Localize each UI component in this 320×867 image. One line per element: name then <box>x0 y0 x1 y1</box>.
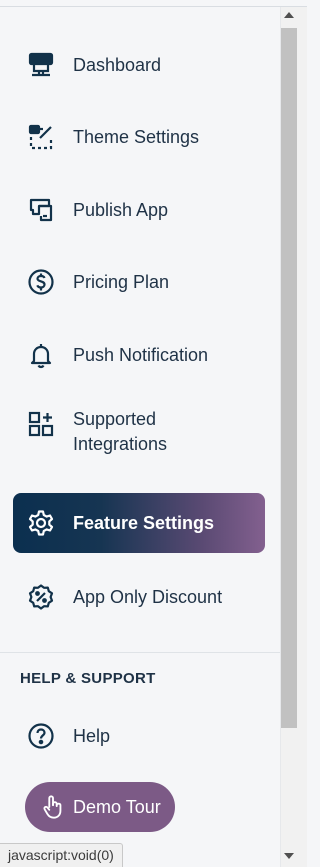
sidebar-item-pricing-plan[interactable]: Pricing Plan <box>13 252 265 312</box>
sidebar-item-label: Push Notification <box>73 344 209 365</box>
sidebar-item-label: App Only Discount <box>73 586 223 607</box>
pointer-hand-icon <box>39 793 67 821</box>
section-divider <box>0 652 280 653</box>
scroll-up-arrow-icon[interactable] <box>284 12 294 18</box>
discount-badge-icon <box>26 582 56 612</box>
question-circle-icon <box>26 721 56 751</box>
sidebar-item-push-notification[interactable]: Push Notification <box>13 325 265 385</box>
sidebar-item-dashboard[interactable]: Dashboard <box>13 35 265 95</box>
sidebar-item-theme-settings[interactable]: Theme Settings <box>13 107 265 167</box>
sidebar-item-label: Dashboard <box>73 54 162 75</box>
publish-app-icon <box>26 195 56 225</box>
bell-icon <box>26 340 56 370</box>
dollar-circle-icon <box>26 267 56 297</box>
sidebar-item-label: Pricing Plan <box>73 271 170 292</box>
sidebar-item-supported-integrations[interactable]: Supported Integrations <box>13 397 265 467</box>
sidebar-item-feature-settings[interactable]: Feature Settings <box>13 493 265 553</box>
dashboard-icon <box>26 50 56 80</box>
sidebar-item-app-only-discount[interactable]: App Only Discount <box>13 567 265 627</box>
help-support-heading: HELP & SUPPORT <box>20 670 156 687</box>
scroll-down-arrow-icon[interactable] <box>284 853 294 859</box>
label-line-2: Integrations <box>73 434 168 454</box>
sidebar-item-publish-app[interactable]: Publish App <box>13 180 265 240</box>
sidebar-item-label: Feature Settings <box>73 512 215 533</box>
integrations-icon <box>26 409 56 439</box>
scrollbar-thumb[interactable] <box>281 28 297 728</box>
label-line-1: Supported <box>73 409 157 429</box>
status-bar-url: javascript:void(0) <box>0 843 123 867</box>
sidebar-item-label: Publish App <box>73 199 169 220</box>
theme-settings-icon <box>26 122 56 152</box>
sidebar-item-label: Supported Integrations <box>73 407 167 457</box>
demo-tour-button[interactable]: Demo Tour <box>25 782 175 832</box>
sidebar-item-label: Help <box>73 725 111 746</box>
demo-tour-label: Demo Tour <box>73 796 161 817</box>
gear-icon <box>26 508 56 538</box>
sidebar-item-label: Theme Settings <box>73 126 200 147</box>
sidebar-item-help[interactable]: Help <box>13 706 265 766</box>
